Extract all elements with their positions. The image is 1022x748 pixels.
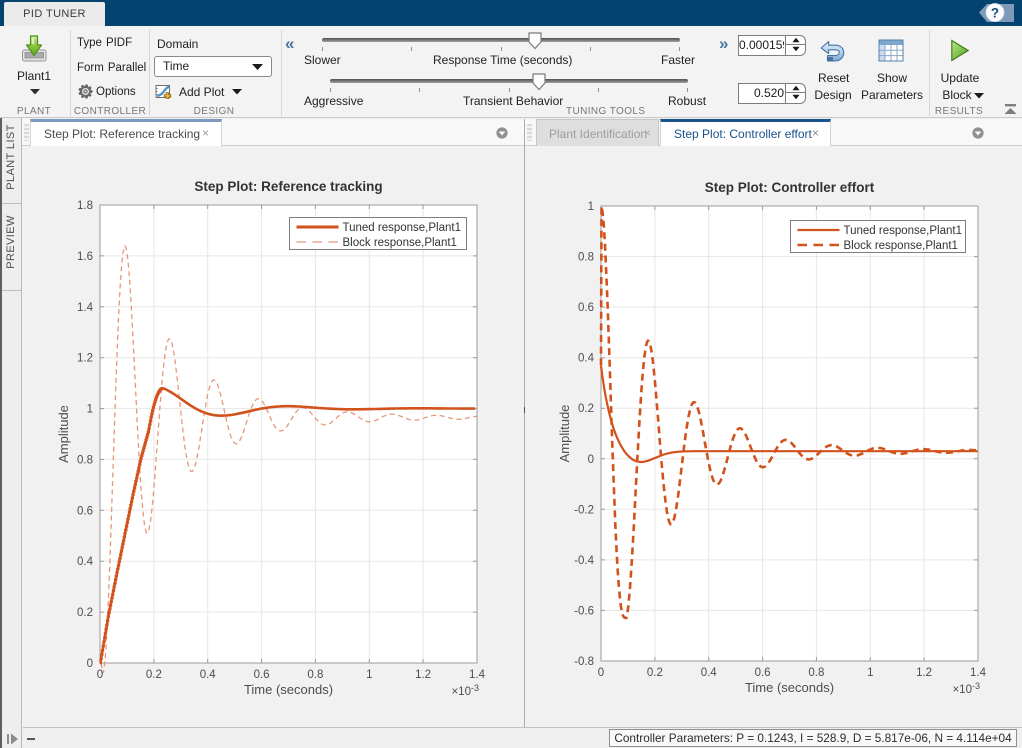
svg-text:0.6: 0.6	[254, 669, 270, 681]
svg-text:Block response,Plant1: Block response,Plant1	[844, 240, 958, 252]
svg-text:-0.2: -0.2	[574, 504, 594, 516]
svg-text:0.8: 0.8	[77, 454, 93, 466]
svg-text:0: 0	[87, 658, 93, 670]
svg-text:0.4: 0.4	[77, 556, 94, 568]
svg-text:Time (seconds): Time (seconds)	[745, 680, 834, 695]
svg-text:0.2: 0.2	[77, 607, 93, 619]
svg-text:1.6: 1.6	[77, 251, 93, 263]
svg-text:Amplitude: Amplitude	[56, 405, 71, 463]
svg-text:0.6: 0.6	[755, 667, 771, 679]
svg-text:0.2: 0.2	[647, 667, 663, 679]
svg-text:1: 1	[366, 669, 372, 681]
svg-text:0: 0	[598, 667, 604, 679]
svg-text:1.2: 1.2	[916, 667, 932, 679]
svg-text:Step Plot: Reference tracking: Step Plot: Reference tracking	[194, 179, 382, 194]
svg-text:0.8: 0.8	[578, 252, 594, 264]
svg-text:×10-3: ×10-3	[952, 681, 980, 696]
svg-text:Time (seconds): Time (seconds)	[244, 682, 333, 697]
svg-text:Step Plot: Controller effort: Step Plot: Controller effort	[705, 180, 875, 195]
svg-text:1: 1	[867, 667, 873, 679]
svg-text:1.4: 1.4	[469, 669, 486, 681]
svg-text:0.8: 0.8	[307, 669, 323, 681]
svg-text:0.8: 0.8	[808, 667, 824, 679]
svg-text:0.4: 0.4	[200, 669, 217, 681]
svg-text:0: 0	[97, 669, 103, 681]
svg-text:0.6: 0.6	[77, 505, 93, 517]
svg-text:?: ?	[991, 6, 999, 21]
svg-text:1: 1	[588, 201, 594, 213]
svg-text:1.8: 1.8	[77, 200, 93, 212]
svg-text:0.6: 0.6	[578, 302, 594, 314]
svg-text:1.2: 1.2	[77, 353, 93, 365]
svg-text:Block response,Plant1: Block response,Plant1	[343, 237, 457, 249]
svg-text:0: 0	[588, 454, 594, 466]
svg-text:1.2: 1.2	[415, 669, 431, 681]
svg-text:Amplitude: Amplitude	[557, 405, 572, 463]
svg-text:-0.4: -0.4	[574, 555, 594, 567]
svg-text:1.4: 1.4	[970, 667, 987, 679]
svg-text:0.4: 0.4	[578, 353, 595, 365]
svg-text:0.2: 0.2	[578, 403, 594, 415]
svg-text:×10-3: ×10-3	[451, 683, 479, 698]
svg-text:0.2: 0.2	[146, 669, 162, 681]
svg-text:1: 1	[87, 404, 93, 416]
svg-text:-0.8: -0.8	[574, 656, 594, 668]
svg-text:-0.6: -0.6	[574, 605, 594, 617]
svg-text:0.4: 0.4	[701, 667, 718, 679]
svg-text:1.4: 1.4	[77, 302, 94, 314]
svg-text:Tuned response,Plant1: Tuned response,Plant1	[844, 225, 963, 237]
svg-text:Tuned response,Plant1: Tuned response,Plant1	[343, 222, 462, 234]
